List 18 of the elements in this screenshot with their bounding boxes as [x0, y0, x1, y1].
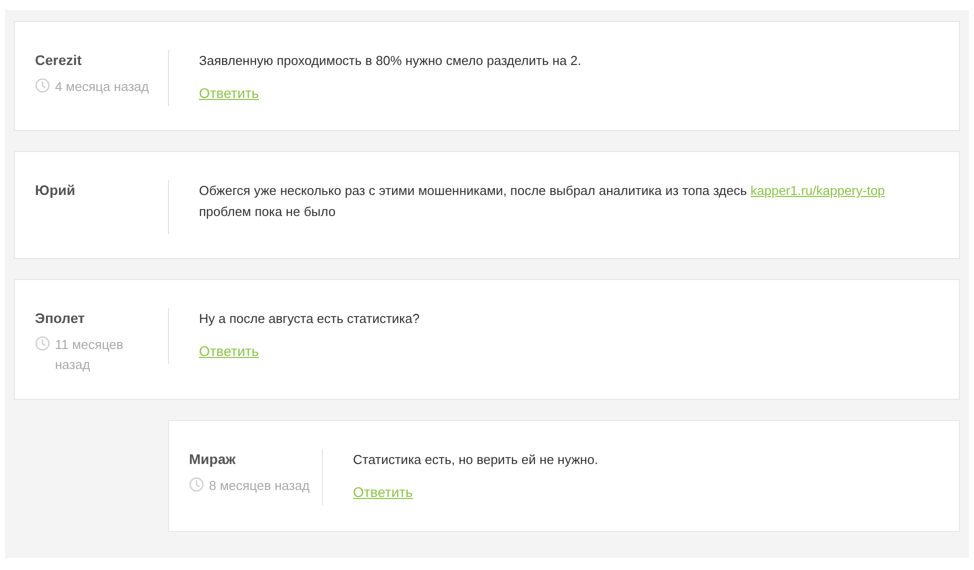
reply-link[interactable]: Ответить: [199, 83, 259, 103]
clock-icon: [35, 78, 50, 93]
clock-icon: [189, 477, 204, 492]
reply-link[interactable]: Ответить: [199, 341, 259, 361]
comment-text: Заявленную проходимость в 80% нужно смело разделить на 2.: [199, 52, 582, 70]
author-name: Cerezit: [35, 51, 83, 70]
comment-link[interactable]: kapper1.ru/kappery-top: [750, 183, 885, 198]
comment-text: Ну а после августа есть статистика?: [199, 310, 421, 328]
clock-icon: [35, 336, 50, 351]
reply-link[interactable]: Ответить: [353, 482, 413, 502]
comment-text: Обжегся уже несколько раз с этими мошенниками, после выбрал аналитика из топа здесь kapper1.ru/kappery-top проблем пока не было: [199, 182, 886, 221]
comment-time: 8 месяцев назад: [209, 477, 310, 495]
author-name: Юрий: [35, 181, 76, 200]
comment-time: 4 месяца назад: [55, 78, 149, 96]
author-name: Эполет: [35, 309, 86, 328]
comment-time: 11 месяцев назад: [55, 336, 124, 374]
comment-text: Статистика есть, но верить ей не нужно.: [353, 451, 600, 469]
author-name: Мираж: [189, 450, 237, 469]
